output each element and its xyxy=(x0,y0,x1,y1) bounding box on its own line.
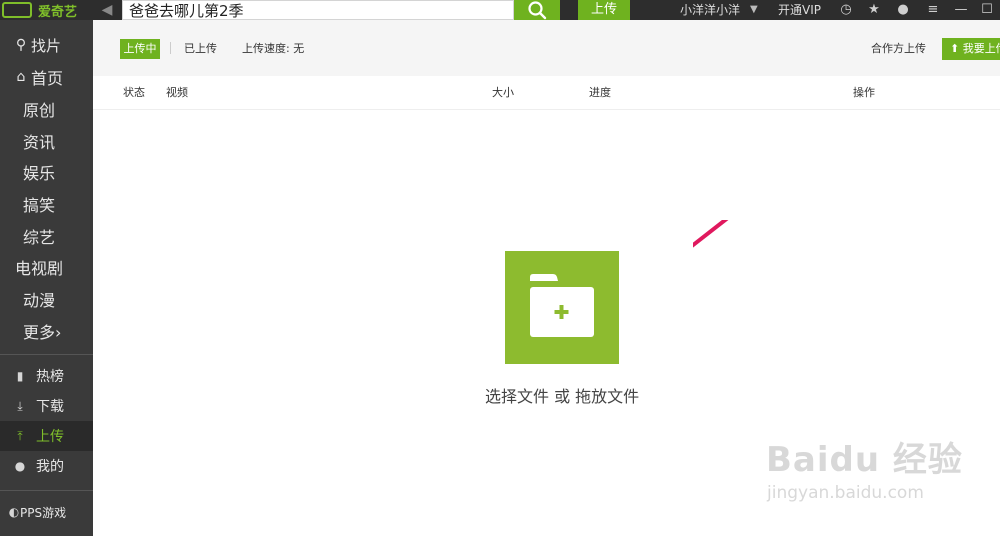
upload-toolbar: 上传中 已上传 上传速度: 无 合作方上传 ⬆ 我要上传 xyxy=(93,20,1000,76)
logo-mark xyxy=(2,2,32,18)
sidebar-item-label: 综艺 xyxy=(23,228,56,247)
app-logo[interactable]: 爱奇艺 xyxy=(0,0,93,20)
sidebar-item-home[interactable]: ⌂ 首页 xyxy=(0,62,93,92)
sidebar-item-more[interactable]: 更多› xyxy=(0,316,93,346)
vip-link[interactable]: 开通VIP xyxy=(778,0,821,20)
watermark: Baidu 经验 jingyan.baidu.com xyxy=(766,432,963,503)
message-bubble-icon[interactable]: ● xyxy=(894,0,912,20)
sidebar-item-anime[interactable]: 动漫 xyxy=(0,284,93,314)
column-header-progress: 进度 xyxy=(589,86,611,99)
upload-top-button[interactable]: 上传 xyxy=(578,0,630,20)
sidebar-item-find[interactable]: ⚲ 找片 xyxy=(0,30,93,60)
watermark-logo: Baidu 经验 xyxy=(766,440,963,480)
sidebar-item-label: 原创 xyxy=(23,101,56,120)
download-icon: ⤓ xyxy=(17,398,23,413)
user-menu-chevron-icon[interactable]: ▼ xyxy=(750,0,758,20)
column-header-status: 状态 xyxy=(123,86,145,99)
sidebar-item-hot[interactable]: ▮ 热榜 xyxy=(0,361,93,391)
drop-zone-label[interactable]: 选择文件 或 拖放文件 xyxy=(485,383,639,407)
folder-add-icon xyxy=(530,274,594,337)
want-upload-button[interactable]: ⬆ 我要上传 xyxy=(942,38,1000,60)
partner-upload-link[interactable]: 合作方上传 xyxy=(871,39,926,59)
sidebar-item-variety[interactable]: 综艺 xyxy=(0,221,93,251)
sidebar-item-label: 首页 xyxy=(31,69,64,88)
brand-name: 爱奇艺 xyxy=(38,4,78,20)
sidebar-item-label: 电视剧 xyxy=(15,259,64,278)
top-bar: 爱奇艺 ◀ 上传 小洋洋小洋 ▼ 开通VIP ◷ ★ ● ≡ — ☐ xyxy=(0,0,1000,20)
upload-speed-label: 上传速度: 无 xyxy=(242,42,305,55)
sidebar: ⚲ 找片 ⌂ 首页 原创 资讯 娱乐 搞笑 综艺 电视剧 动漫 更多› ▮ 热榜… xyxy=(0,20,93,536)
app-window: 爱奇艺 ◀ 上传 小洋洋小洋 ▼ 开通VIP ◷ ★ ● ≡ — ☐ ⚲ 找片 … xyxy=(0,0,1000,536)
search-icon: ⚲ xyxy=(15,37,27,53)
table-header: 状态 视频 大小 进度 操作 xyxy=(93,76,1000,110)
upload-icon: ⤒ xyxy=(17,428,23,443)
sidebar-item-funny[interactable]: 搞笑 xyxy=(0,189,93,219)
main-content: 上传中 已上传 上传速度: 无 合作方上传 ⬆ 我要上传 状态 视频 大小 进度… xyxy=(93,20,1000,536)
sidebar-divider xyxy=(0,354,93,355)
tab-uploading[interactable]: 上传中 xyxy=(120,39,160,59)
favorites-star-icon[interactable]: ★ xyxy=(865,0,883,20)
sidebar-item-original[interactable]: 原创 xyxy=(0,94,93,124)
tab-uploaded[interactable]: 已上传 xyxy=(184,39,217,59)
sidebar-item-label: 更多› xyxy=(23,323,62,342)
sidebar-item-label: 下载 xyxy=(36,399,64,415)
sidebar-item-label: 热榜 xyxy=(36,369,64,385)
username-link[interactable]: 小洋洋小洋 xyxy=(680,0,740,20)
settings-menu-icon[interactable]: ≡ xyxy=(924,0,942,20)
sidebar-item-label: 找片 xyxy=(31,36,62,55)
watermark-url: jingyan.baidu.com xyxy=(767,483,924,503)
sidebar-divider xyxy=(0,490,93,491)
sidebar-item-news[interactable]: 资讯 xyxy=(0,126,93,156)
select-file-button[interactable] xyxy=(505,251,619,364)
home-icon: ⌂ xyxy=(16,69,26,85)
sidebar-item-label: 娱乐 xyxy=(23,164,56,183)
search-field[interactable] xyxy=(122,0,514,20)
sidebar-item-download[interactable]: ⤓ 下载 xyxy=(0,391,93,421)
chart-bars-icon: ▮ xyxy=(16,369,24,383)
search-button[interactable] xyxy=(514,0,560,20)
want-upload-label: 我要上传 xyxy=(962,42,1000,55)
sidebar-item-label: 我的 xyxy=(36,459,64,475)
search-icon xyxy=(528,1,547,20)
column-header-size: 大小 xyxy=(492,86,514,99)
sidebar-item-mine[interactable]: ● 我的 xyxy=(0,451,93,481)
sidebar-item-upload[interactable]: ⤒ 上传 xyxy=(0,421,93,451)
maximize-icon[interactable]: ☐ xyxy=(978,0,996,20)
back-arrow-icon[interactable]: ◀ xyxy=(96,1,118,19)
minimize-icon[interactable]: — xyxy=(952,0,970,20)
sidebar-item-games[interactable]: ◐ PPS游戏 xyxy=(0,497,93,527)
column-header-video: 视频 xyxy=(166,86,188,99)
sidebar-item-label: 动漫 xyxy=(23,291,56,310)
upload-arrow-icon: ⬆ xyxy=(950,42,963,55)
sidebar-item-label: 上传 xyxy=(36,429,64,445)
history-clock-icon[interactable]: ◷ xyxy=(837,0,855,20)
sidebar-item-entertainment[interactable]: 娱乐 xyxy=(0,157,93,187)
sidebar-item-tv[interactable]: 电视剧 xyxy=(0,252,93,282)
column-header-actions: 操作 xyxy=(853,86,875,99)
user-icon: ● xyxy=(14,459,26,473)
sidebar-item-label: 搞笑 xyxy=(23,196,56,215)
tab-divider xyxy=(170,42,171,54)
annotation-arrow xyxy=(693,220,729,248)
sidebar-item-label: PPS游戏 xyxy=(20,505,67,520)
sidebar-item-label: 资讯 xyxy=(23,133,56,152)
search-input[interactable] xyxy=(123,1,513,20)
